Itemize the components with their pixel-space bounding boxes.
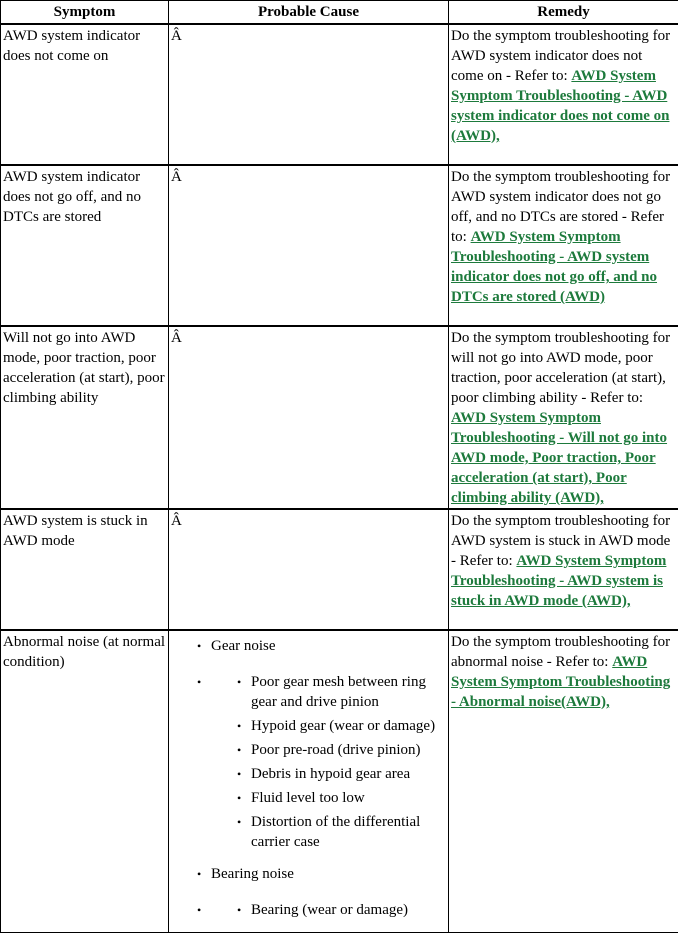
cause-group-title-text: Gear noise [211,638,276,654]
cause-item: • Poor gear mesh between ring gear and dr… [237,672,447,712]
cause-sublist: • Bearing (wear or damage) [197,900,447,920]
remedy-cell: Do the symptom troubleshooting for AWD s… [448,23,678,166]
cause-cell: Â [168,508,449,631]
bullet-icon: • [237,903,242,917]
cause-group-title-text: Bearing noise [211,866,294,882]
cause-item: • Poor pre-road (drive pinion) [237,740,447,760]
bullet-icon: • [237,767,242,781]
cause-item-text: Debris in hypoid gear area [251,766,411,782]
header-remedy: Remedy [448,0,678,25]
remedy-cell: Do the symptom troubleshooting for will … [448,325,678,510]
cause-item-text: Poor gear mesh between ring gear and dri… [251,674,426,710]
cause-item: • Distortion of the differential carrier … [237,812,447,852]
bullet-icon: • [237,743,242,757]
cause-item: • Hypoid gear (wear or damage) [237,716,447,736]
remedy-link[interactable]: AWD System Symptom Troubleshooting - AWD… [451,229,657,305]
header-row: Symptom Probable Cause Remedy [0,0,678,25]
cause-item: • Fluid level too low [237,788,447,808]
symptom-table: Symptom Probable Cause Remedy AWD system… [0,0,678,933]
table-row: AWD system indicator does not come on Â … [0,23,678,166]
symptom-cell: AWD system indicator does not come on [0,23,169,166]
cause-cell: Â [168,325,449,510]
cause-item-text: Distortion of the differential carrier c… [251,814,421,850]
remedy-link[interactable]: AWD System Symptom Troubleshooting - Wil… [451,410,667,506]
symptom-cell: AWD system is stuck in AWD mode [0,508,169,631]
table-row: AWD system indicator does not go off, an… [0,164,678,327]
cause-group-title: • Bearing noise [197,864,447,884]
bullet-icon: • [197,867,202,881]
header-probable-cause: Probable Cause [168,0,449,25]
table-row: Will not go into AWD mode, poor traction… [0,325,678,510]
bullet-icon: • [237,719,242,733]
bullet-icon: • [237,791,242,805]
cause-item-text: Fluid level too low [251,790,365,806]
cause-subgroup: • • Poor gear mesh between ring gear and … [197,672,447,852]
symptom-cell: Will not go into AWD mode, poor traction… [0,325,169,510]
remedy-cell: Do the symptom troubleshooting for AWD s… [448,508,678,631]
cause-subgroup: • • Bearing (wear or damage) [197,900,447,920]
cause-item-text: Hypoid gear (wear or damage) [251,718,436,734]
symptom-cell: Abnormal noise (at normal condition) [0,629,169,933]
table-row: Abnormal noise (at normal condition) • Ge… [0,629,678,933]
cause-list: • Gear noise • • Poor gear mesh between ri… [171,636,447,920]
remedy-text: Do the symptom troubleshooting for will … [451,330,671,406]
cause-sublist: • Poor gear mesh between ring gear and dr… [197,672,447,852]
bullet-icon: • [197,639,202,653]
cause-cell: Â [168,23,449,166]
cause-item-text: Poor pre-road (drive pinion) [251,742,421,758]
cause-group-title: • Gear noise [197,636,447,656]
table-row: AWD system is stuck in AWD mode Â Do the… [0,508,678,631]
cause-item-text: Bearing (wear or damage) [251,902,409,918]
cause-cell: Â [168,164,449,327]
remedy-cell: Do the symptom troubleshooting for AWD s… [448,164,678,327]
cause-cell: • Gear noise • • Poor gear mesh between ri… [168,629,449,933]
symptom-cell: AWD system indicator does not go off, an… [0,164,169,327]
cause-item: • Debris in hypoid gear area [237,764,447,784]
header-symptom: Symptom [0,0,169,25]
bullet-icon: • [237,815,242,829]
remedy-cell: Do the symptom troubleshooting for abnor… [448,629,678,933]
bullet-icon: • [237,675,242,689]
cause-item: • Bearing (wear or damage) [237,900,447,920]
